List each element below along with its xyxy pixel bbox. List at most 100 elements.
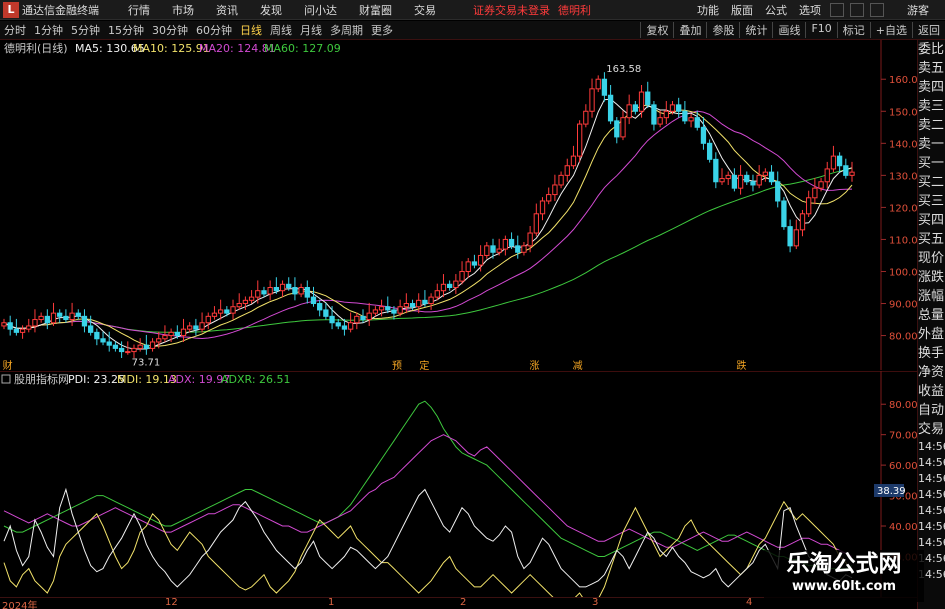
quote-item[interactable]: 总量	[918, 306, 945, 325]
candle-body	[576, 123, 583, 157]
quote-item[interactable]: 现价	[918, 249, 945, 268]
quote-item[interactable]: 买三	[918, 192, 945, 211]
btn-draw[interactable]: 画线	[772, 22, 805, 38]
candle-body	[508, 238, 515, 247]
tf-60min[interactable]: 60分钟	[192, 22, 236, 38]
candle-body	[422, 299, 428, 305]
tf-weekly[interactable]: 周线	[266, 22, 296, 38]
candle-body	[490, 245, 496, 253]
candle-body	[620, 117, 626, 138]
candle-body	[50, 312, 57, 324]
quote-item[interactable]: 卖四	[918, 78, 945, 97]
quote-item[interactable]: 卖一	[918, 135, 945, 154]
price-tick-label: 80.00	[889, 332, 917, 343]
btn-stake[interactable]: 参股	[706, 22, 739, 38]
quote-item[interactable]: 买四	[918, 211, 945, 230]
menu-quotes[interactable]: 行情	[117, 2, 161, 18]
menu-formula[interactable]: 公式	[759, 2, 793, 18]
candle-body	[248, 296, 255, 301]
candle-body	[453, 280, 459, 289]
indicator-tick-label: 60.00	[889, 461, 917, 472]
btn-mark[interactable]: 标记	[836, 22, 870, 38]
candle-body	[230, 306, 236, 314]
candle-body	[595, 78, 601, 90]
indicator-settings-icon[interactable]	[1, 374, 11, 384]
candle-body	[137, 344, 143, 349]
tf-multi[interactable]: 多周期	[326, 22, 367, 38]
menu-options[interactable]: 选项	[793, 2, 827, 18]
candle-body	[799, 213, 806, 231]
tf-30min[interactable]: 30分钟	[148, 22, 192, 38]
quote-item[interactable]: 换手	[918, 344, 945, 363]
quote-item[interactable]: 净资	[918, 363, 945, 382]
candle-body	[69, 312, 75, 321]
event-marker: 财	[3, 359, 13, 370]
tf-monthly[interactable]: 月线	[296, 22, 326, 38]
btn-f10[interactable]: F10	[805, 22, 836, 38]
candle-body	[286, 283, 292, 289]
close-icon[interactable]	[870, 2, 884, 17]
menu-trade[interactable]: 交易	[403, 2, 447, 18]
quote-item[interactable]: 买一	[918, 154, 945, 173]
tf-1min[interactable]: 1分钟	[30, 22, 67, 38]
quote-item[interactable]: 卖二	[918, 116, 945, 135]
quote-item[interactable]: 交易	[918, 420, 945, 439]
ma10-line	[3, 104, 853, 347]
candle-body	[812, 187, 818, 199]
login-notice[interactable]: 证券交易未登录	[473, 2, 550, 18]
tf-daily[interactable]: 日线	[236, 22, 266, 38]
maximize-icon[interactable]	[850, 2, 864, 17]
quote-panel: 委比 卖五 卖四 卖三 卖二 卖一 买一 买二 买三 买四 买五 现价 涨跌 涨幅 总量 外盘 换手 净资 收益 自动…	[917, 40, 945, 609]
price-tick-label: 140.0	[889, 139, 917, 150]
candle-body	[317, 303, 323, 311]
menu-news[interactable]: 资讯	[205, 2, 249, 18]
minimize-icon[interactable]	[830, 2, 844, 17]
indicator-lines	[3, 400, 853, 597]
btn-stats[interactable]: 统计	[739, 22, 772, 38]
candle-body	[843, 165, 849, 176]
menu-fortune[interactable]: 财富圈	[348, 2, 403, 18]
btn-adjust[interactable]: 复权	[640, 22, 673, 38]
candle-body	[63, 315, 69, 321]
quote-item[interactable]: 委比	[918, 40, 945, 59]
tf-15min[interactable]: 15分钟	[104, 22, 148, 38]
quote-item[interactable]: 涨幅	[918, 287, 945, 306]
menu-ask[interactable]: 问小达	[293, 2, 348, 18]
watermark-url: www.60lt.com	[791, 579, 897, 594]
candle-body	[502, 238, 509, 250]
guest-label[interactable]: 游客	[901, 2, 935, 18]
candle-body	[7, 322, 13, 330]
btn-overlay[interactable]: 叠加	[673, 22, 706, 38]
candle-body	[737, 174, 744, 189]
candle-body	[298, 287, 304, 295]
tf-5min[interactable]: 5分钟	[67, 22, 104, 38]
price-tick-label: 100.0	[889, 267, 917, 278]
kline-chart[interactable]: 德明利(日线) MA5: 130.65 MA10: 125.91 MA20: 1…	[0, 40, 917, 370]
quote-item[interactable]: 涨跌	[918, 268, 945, 287]
candle-body	[583, 110, 589, 125]
tf-intraday[interactable]: 分时	[0, 22, 30, 38]
quote-item[interactable]: 买五	[918, 230, 945, 249]
candle-body	[824, 168, 830, 183]
price-tick-label: 130.0	[889, 171, 917, 182]
menu-discover[interactable]: 发现	[249, 2, 293, 18]
quote-item[interactable]: 收益	[918, 382, 945, 401]
quote-item[interactable]: 买二	[918, 173, 945, 192]
high-label: 163.58	[606, 64, 641, 75]
btn-add-watch[interactable]: +自选	[869, 22, 912, 38]
quote-item[interactable]: 自动	[918, 401, 945, 420]
quote-item[interactable]: 卖三	[918, 97, 945, 116]
menu-layout[interactable]: 版面	[725, 2, 759, 18]
tf-more[interactable]: 更多	[367, 22, 397, 38]
date-label: 1	[328, 597, 335, 608]
quote-item[interactable]: 卖五	[918, 59, 945, 78]
quote-item[interactable]: 外盘	[918, 325, 945, 344]
date-label: 3	[592, 597, 599, 608]
menu-market[interactable]: 市场	[161, 2, 205, 18]
candle-body	[416, 299, 422, 308]
menu-function[interactable]: 功能	[691, 2, 725, 18]
candle-body	[570, 155, 577, 167]
candle-body	[638, 91, 645, 112]
candle-body	[818, 181, 824, 189]
btn-back[interactable]: 返回	[912, 22, 945, 38]
